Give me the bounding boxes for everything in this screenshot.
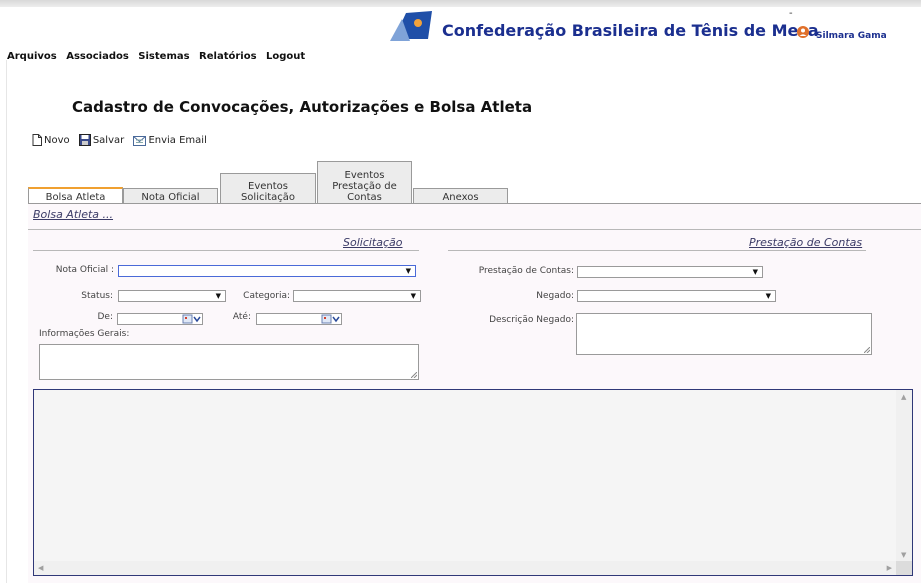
tab-eventos-prestacao-contas[interactable]: Eventos Prestação de Contas <box>317 161 412 204</box>
de-date-input[interactable] <box>117 313 203 325</box>
tab-label: Nota Oficial <box>141 192 200 203</box>
new-label: Novo <box>44 134 70 146</box>
user-icon[interactable] <box>797 26 809 38</box>
descricao-negado-textarea[interactable] <box>576 313 872 355</box>
tab-label: Eventos Solicitação <box>240 181 296 203</box>
ate-label: Até: <box>232 312 251 322</box>
ate-date-input[interactable] <box>256 313 342 325</box>
main-menu: Arquivos Associados Sistemas Relatórios … <box>7 51 311 62</box>
informacoes-gerais-label: Informações Gerais: <box>39 329 130 339</box>
menu-item-associados[interactable]: Associados <box>66 51 129 62</box>
descricao-negado-label: Descrição Negado: <box>489 315 574 325</box>
scroll-up-icon[interactable]: ▲ <box>901 393 906 401</box>
logo-icon <box>390 11 432 41</box>
chevron-down-icon: ▼ <box>215 292 221 300</box>
top-strip <box>0 0 921 7</box>
save-icon <box>78 134 91 146</box>
status-select[interactable]: ▼ <box>118 290 226 302</box>
tab-eventos-solicitacao[interactable]: Eventos Solicitação <box>220 173 316 204</box>
categoria-label: Categoria: <box>243 291 290 301</box>
informacoes-gerais-textarea[interactable] <box>39 344 419 380</box>
prestacao-rule <box>448 250 866 251</box>
tab-label: Bolsa Atleta <box>45 192 106 203</box>
chevron-down-icon: ▼ <box>752 268 758 276</box>
vertical-scrollbar[interactable]: ▲ ▼ <box>896 390 912 562</box>
chevron-down-icon: ▼ <box>765 292 771 300</box>
scroll-right-icon[interactable]: ▶ <box>887 564 892 572</box>
page-title: Cadastro de Convocações, Autorizações e … <box>72 98 533 116</box>
menu-item-logout[interactable]: Logout <box>266 51 305 62</box>
menu-item-sistemas[interactable]: Sistemas <box>138 51 189 62</box>
menu-item-relatorios[interactable]: Relatórios <box>199 51 257 62</box>
nota-oficial-select[interactable]: ▼ <box>118 265 416 277</box>
tab-bolsa-atleta[interactable]: Bolsa Atleta <box>28 187 123 204</box>
tab-label: Eventos Prestação de Contas <box>332 170 397 203</box>
email-label: Envia Email <box>148 135 207 146</box>
prestacao-contas-label: Prestação de Contas: <box>478 266 574 276</box>
menu-item-arquivos[interactable]: Arquivos <box>7 51 57 62</box>
negado-label: Negado: <box>536 291 574 301</box>
tab-nota-oficial[interactable]: Nota Oficial <box>123 188 218 204</box>
chevron-down-icon: ▼ <box>405 267 411 275</box>
resize-grip-icon[interactable] <box>864 347 870 353</box>
header-dash: - <box>789 8 793 19</box>
prestacao-contas-select[interactable]: ▼ <box>577 266 763 278</box>
brand-title: Confederação Brasileira de Tênis de Mesa <box>442 21 819 40</box>
scroll-down-icon[interactable]: ▼ <box>901 551 906 559</box>
negado-select[interactable]: ▼ <box>577 290 776 302</box>
prestacao-title: Prestação de Contas <box>749 236 863 249</box>
save-button[interactable]: Salvar <box>78 134 125 146</box>
breadcrumb-link[interactable]: Bolsa Atleta ... <box>33 208 113 221</box>
toolbar: Novo Salvar Envia Email <box>32 134 213 149</box>
tab-label: Anexos <box>442 192 479 203</box>
save-label: Salvar <box>92 134 125 146</box>
de-label: De: <box>97 312 114 322</box>
scrollbar-corner <box>896 561 912 575</box>
tab-anexos[interactable]: Anexos <box>413 188 508 204</box>
status-label: Status: <box>81 291 113 301</box>
calendar-icon[interactable] <box>182 314 202 324</box>
email-icon <box>133 136 147 146</box>
resize-grip-icon[interactable] <box>411 372 417 378</box>
horizontal-scrollbar[interactable]: ◀ ▶ <box>34 561 896 575</box>
data-grid[interactable]: ▲ ▼ ◀ ▶ <box>33 389 913 576</box>
chevron-down-icon: ▼ <box>410 292 416 300</box>
solicitacao-title: Solicitação <box>343 236 403 249</box>
calendar-icon[interactable] <box>321 314 341 324</box>
scroll-left-icon[interactable]: ◀ <box>38 564 43 572</box>
user-name[interactable]: Silmara Gama <box>816 31 887 41</box>
divider <box>28 229 921 230</box>
left-edge <box>6 60 7 583</box>
new-document-icon <box>32 134 42 146</box>
new-button[interactable]: Novo <box>32 134 70 146</box>
send-email-button[interactable]: Envia Email <box>133 135 207 146</box>
categoria-select[interactable]: ▼ <box>293 290 421 302</box>
nota-oficial-label: Nota Oficial : <box>55 265 114 275</box>
solicitacao-rule <box>33 250 419 251</box>
